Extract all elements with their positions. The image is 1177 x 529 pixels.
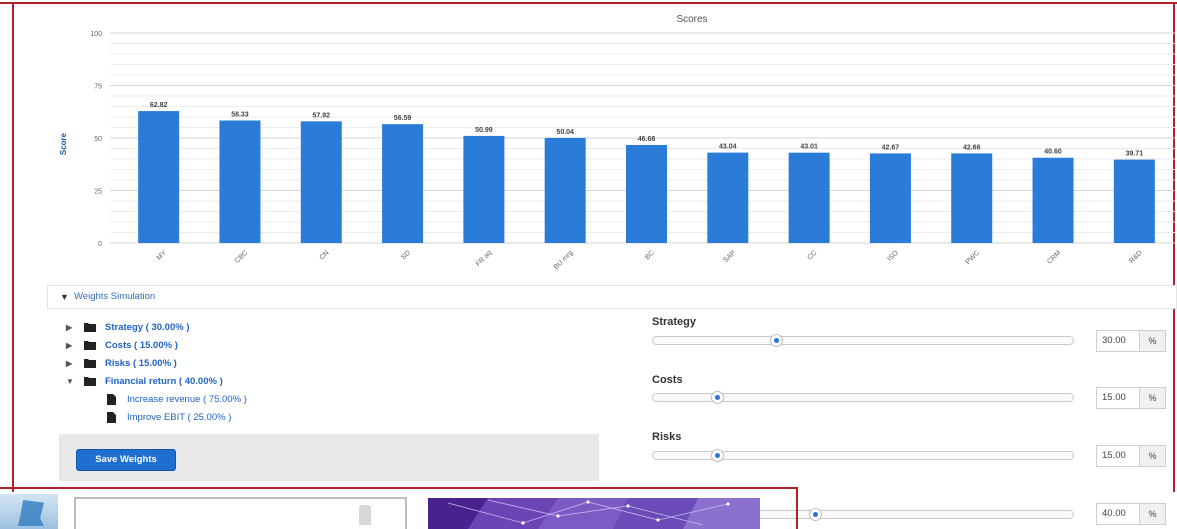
data-label: 42.66 [963,144,981,151]
bar [138,111,180,243]
network-graphic [428,498,760,529]
bar [951,153,993,243]
x-tick-label: SD [400,249,412,261]
slider-label-strategy: Strategy [652,316,697,328]
chart-title: Scores [676,14,707,25]
data-label: 56.59 [394,115,412,122]
percent-unit: % [1140,503,1166,525]
strategy-value-input[interactable]: 30.00 [1096,330,1140,352]
expand-triangle-icon[interactable]: ▶ [66,359,72,368]
y-tick-label: 75 [94,84,102,91]
x-axis-ticks: MY CBC CN SD FR aq BU mrg BC SAP CC ISO PWC CRM R&D [156,249,1144,271]
tree-item-label[interactable]: Risks ( 15.00% ) [105,358,177,369]
bar [300,121,342,243]
data-label: 43.04 [719,144,737,151]
data-label: 42.67 [882,144,900,151]
x-tick-label: FR aq [475,249,494,268]
thumbnail-image-middle [74,497,407,529]
risks-slider[interactable] [652,449,1074,462]
slider-label-risks: Risks [652,431,682,443]
tree-item-label[interactable]: Costs ( 15.00% ) [105,340,178,351]
expand-triangle-icon[interactable]: ▶ [66,323,72,332]
file-icon [107,412,116,423]
figure-glyph [359,505,371,525]
data-label: 62.82 [150,102,168,109]
y-axis-ticks: 0 25 50 75 100 [90,31,102,248]
collapse-triangle-icon[interactable]: ▼ [66,377,74,386]
risks-value-input[interactable]: 15.00 [1096,445,1140,467]
costs-value-input[interactable]: 15.00 [1096,387,1140,409]
bar [463,135,505,243]
data-label: 58.33 [231,112,249,119]
scores-chart: Scores Score 0 25 50 75 100 62.82 58.33 57.92 5… [59,14,1175,271]
x-tick-label: BC [644,249,656,261]
tree-leaf-label[interactable]: Increase revenue ( 75.00% ) [127,394,247,405]
x-tick-label: CN [319,249,331,261]
bars [138,111,1155,243]
y-tick-label: 100 [90,31,102,38]
percent-unit: % [1140,445,1166,467]
weights-simulation-title[interactable]: Weights Simulation [74,291,155,302]
map-shape [18,500,44,526]
bar [544,137,586,243]
y-tick-label: 0 [98,241,102,248]
tree-leaf-label[interactable]: Improve EBIT ( 25.00% ) [127,412,231,423]
data-label: 50.04 [556,129,574,136]
x-tick-label: ISO [886,249,900,263]
data-label: 39.71 [1126,151,1144,158]
save-weights-button[interactable]: Save Weights [76,449,176,471]
data-label: 46.68 [638,136,656,143]
slider-handle[interactable] [710,391,724,404]
bar [1113,159,1155,243]
x-tick-label: R&D [1128,249,1143,264]
costs-slider[interactable] [652,391,1074,404]
slider-handle[interactable] [769,334,783,347]
folder-icon [84,359,96,368]
tree-item-label[interactable]: Financial return ( 40.00% ) [105,376,223,387]
x-tick-label: MY [156,249,169,262]
save-weights-area: Save Weights [59,434,599,481]
frame-bottom-border [0,487,798,489]
data-label: 43.01 [800,144,818,151]
x-tick-label: PWC [965,249,982,266]
thumbnail-image-network [428,498,760,529]
frame-bottom-right-border [796,487,798,529]
bar [626,144,667,243]
data-label: 40.60 [1044,149,1062,156]
x-tick-label: CBC [234,249,249,264]
expand-triangle-icon[interactable]: ▶ [66,341,72,350]
y-tick-label: 50 [94,136,102,143]
weights-simulation-header[interactable]: ▼ Weights Simulation [47,285,1177,309]
chevron-down-icon[interactable]: ▼ [60,292,69,302]
folder-open-icon [84,377,96,386]
slider-handle[interactable] [808,508,822,521]
bar [219,120,261,243]
strategy-slider[interactable] [652,334,1074,347]
y-axis-label: Score [59,132,68,155]
file-icon [107,394,116,405]
thumbnail-image-left [0,494,58,529]
x-tick-label: BU mrg [553,249,575,271]
folder-icon [84,323,96,332]
y-tick-label: 25 [94,189,102,196]
x-tick-label: CC [806,249,818,261]
bar [788,152,830,243]
bar [1032,157,1074,243]
percent-unit: % [1140,330,1166,352]
data-label: 50.99 [475,127,493,134]
financial-return-value-input[interactable]: 40.00 [1096,503,1140,525]
tree-item-label[interactable]: Strategy ( 30.00% ) [105,322,189,333]
folder-icon [84,341,96,350]
bar [869,153,911,243]
bar [707,152,749,243]
x-tick-label: SAP [722,249,737,264]
percent-unit: % [1140,387,1166,409]
data-label: 57.92 [313,112,331,119]
slider-label-costs: Costs [652,374,683,386]
slider-handle[interactable] [710,449,724,462]
bar [382,124,424,243]
x-tick-label: CRM [1046,249,1062,265]
